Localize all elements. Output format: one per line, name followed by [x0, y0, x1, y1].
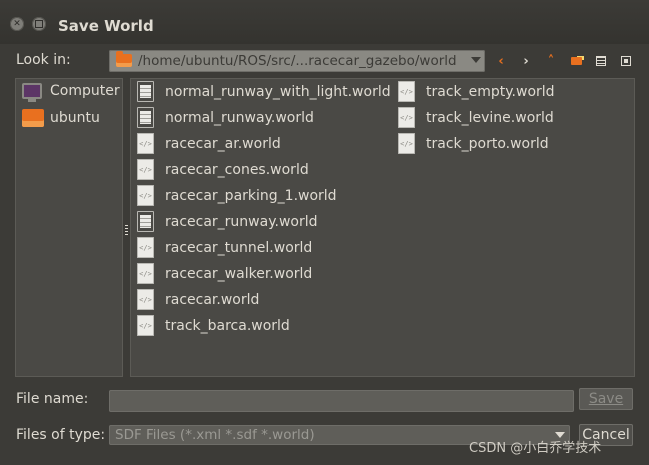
list-item[interactable]: </> racecar.world — [137, 289, 259, 310]
file-name: racecar_tunnel.world — [165, 239, 313, 256]
new-folder-icon — [570, 57, 582, 65]
chevron-down-icon — [471, 57, 481, 63]
xml-file-icon: </> — [137, 133, 154, 154]
sidebar-item-label: ubuntu — [50, 110, 100, 126]
file-name: racecar.world — [165, 291, 260, 308]
file-name: normal_runway.world — [165, 109, 314, 126]
new-folder-button[interactable] — [567, 52, 585, 70]
file-name: track_empty.world — [426, 83, 555, 100]
maximize-icon — [35, 20, 43, 28]
save-button[interactable]: Save — [579, 388, 633, 410]
list-item[interactable]: normal_runway_with_light.world — [137, 81, 391, 102]
list-item[interactable]: normal_runway.world — [137, 107, 314, 128]
up-icon: ˄ — [547, 53, 555, 69]
xml-file-icon: </> — [137, 159, 154, 180]
xml-file-icon: </> — [137, 185, 154, 206]
list-item[interactable]: </> racecar_walker.world — [137, 263, 312, 284]
list-view-button[interactable] — [592, 52, 610, 70]
list-item[interactable]: </> track_barca.world — [137, 315, 290, 336]
file-name-input[interactable] — [109, 390, 574, 412]
sidebar-item-computer[interactable]: Computer — [22, 83, 120, 102]
text-file-icon — [137, 211, 154, 232]
forward-icon: › — [523, 53, 529, 69]
list-item[interactable]: </> racecar_tunnel.world — [137, 237, 312, 258]
file-name: track_barca.world — [165, 317, 290, 334]
watermark-text: CSDN @小白乔学技术 — [469, 441, 602, 456]
list-view-icon — [596, 56, 606, 66]
xml-file-icon: </> — [398, 81, 415, 102]
sidebar-item-ubuntu[interactable]: ubuntu — [22, 109, 100, 127]
title-bar: ✕ Save World — [0, 0, 649, 44]
text-file-icon — [137, 81, 154, 102]
xml-file-icon: </> — [398, 133, 415, 154]
list-item[interactable]: </> racecar_cones.world — [137, 159, 309, 180]
file-name: racecar_cones.world — [165, 161, 309, 178]
list-item[interactable]: </> track_porto.world — [398, 133, 549, 154]
sidebar-item-label: Computer — [50, 83, 120, 99]
xml-file-icon: </> — [137, 315, 154, 336]
list-item[interactable]: </> racecar_parking_1.world — [137, 185, 337, 206]
xml-file-icon: </> — [137, 289, 154, 310]
file-name: racecar_walker.world — [165, 265, 313, 282]
maximize-window-button[interactable] — [32, 17, 46, 31]
close-icon: ✕ — [13, 19, 21, 29]
pane-splitter-handle[interactable] — [125, 225, 128, 235]
file-name-label: File name: — [16, 391, 89, 407]
file-name: track_porto.world — [426, 135, 549, 152]
back-button[interactable]: ‹ — [492, 52, 510, 70]
detail-view-icon — [621, 56, 631, 66]
look-in-label: Look in: — [16, 52, 71, 68]
file-type-value: SDF Files (*.xml *.sdf *.world) — [115, 427, 315, 443]
path-text: /home/ubuntu/ROS/src/...racecar_gazebo/w… — [138, 53, 457, 69]
xml-file-icon: </> — [398, 107, 415, 128]
file-name: track_levine.world — [426, 109, 554, 126]
file-name: normal_runway_with_light.world — [165, 83, 391, 100]
xml-file-icon: </> — [137, 237, 154, 258]
detail-view-button[interactable] — [617, 52, 635, 70]
list-item[interactable]: </> track_empty.world — [398, 81, 555, 102]
folder-icon — [22, 109, 44, 127]
xml-file-icon: </> — [137, 263, 154, 284]
look-in-combo[interactable]: /home/ubuntu/ROS/src/...racecar_gazebo/w… — [109, 50, 485, 72]
computer-icon — [22, 83, 42, 102]
list-item[interactable]: racecar_runway.world — [137, 211, 318, 232]
file-name: racecar_ar.world — [165, 135, 281, 152]
forward-button[interactable]: › — [517, 52, 535, 70]
window-title: Save World — [58, 17, 154, 35]
folder-icon — [116, 50, 132, 71]
file-name: racecar_runway.world — [165, 213, 318, 230]
text-file-icon — [137, 107, 154, 128]
up-button[interactable]: ˄ — [542, 52, 560, 70]
list-item[interactable]: </> racecar_ar.world — [137, 133, 281, 154]
file-type-label: Files of type: — [16, 427, 106, 443]
list-item[interactable]: </> track_levine.world — [398, 107, 554, 128]
back-icon: ‹ — [498, 53, 504, 69]
close-window-button[interactable]: ✕ — [10, 17, 24, 31]
file-name: racecar_parking_1.world — [165, 187, 337, 204]
